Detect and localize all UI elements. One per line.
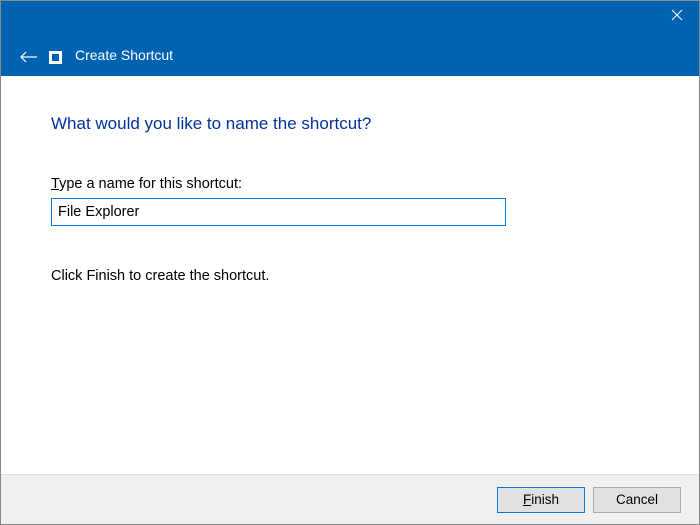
cancel-button[interactable]: Cancel: [593, 487, 681, 513]
finish-button[interactable]: Finish: [497, 487, 585, 513]
dialog-footer: Finish Cancel: [1, 474, 699, 524]
shortcut-icon: [49, 51, 62, 64]
back-arrow-icon: [20, 51, 38, 63]
close-icon: [671, 9, 683, 21]
close-button[interactable]: [654, 1, 699, 29]
name-input-wrap: [51, 198, 506, 226]
shortcut-name-input[interactable]: [51, 198, 506, 226]
name-field-label: Type a name for this shortcut:: [51, 176, 649, 192]
titlebar: Create Shortcut: [1, 1, 699, 76]
page-heading: What would you like to name the shortcut…: [51, 114, 649, 134]
instruction-text: Click Finish to create the shortcut.: [51, 268, 649, 284]
dialog-title: Create Shortcut: [75, 47, 173, 63]
back-button[interactable]: [19, 49, 39, 65]
content-area: What would you like to name the shortcut…: [1, 76, 699, 284]
